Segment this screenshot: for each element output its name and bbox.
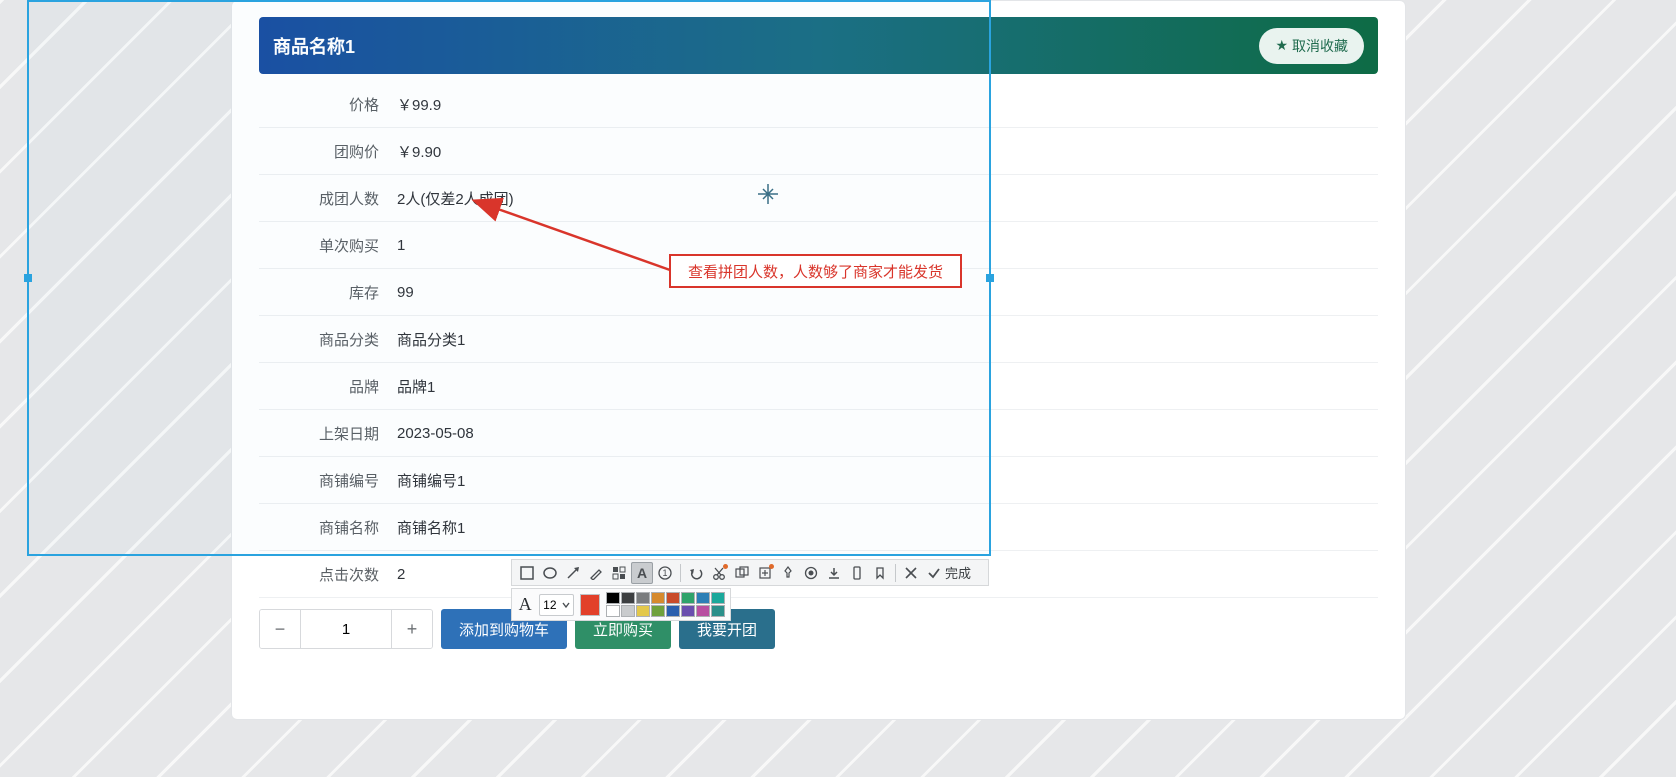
toolbar-separator [680,564,681,582]
palette-swatch[interactable] [621,592,635,604]
tool-done-button[interactable]: 完成 [923,563,975,582]
detail-value: ￥99.9 [379,94,441,115]
palette-swatch[interactable] [621,605,635,617]
font-size-select[interactable]: 12 [539,594,574,616]
unfavorite-label: 取消收藏 [1292,36,1348,56]
annotation-note-text: 查看拼团人数，人数够了商家才能发货 [688,261,943,282]
tool-pin-icon[interactable] [777,562,799,584]
tool-text-icon[interactable]: A [631,562,653,584]
chevron-down-icon [562,601,570,609]
detail-row: 商品分类商品分类1 [259,316,1378,363]
product-details: 价格￥99.9团购价￥9.90成团人数2人(仅差2人成团)单次购买1库存99商品… [259,81,1378,598]
detail-label: 单次购买 [259,235,379,256]
font-icon: A [517,594,533,615]
tool-download-icon[interactable] [823,562,845,584]
tool-ellipse-icon[interactable] [539,562,561,584]
tool-number-icon[interactable]: 1 [654,562,676,584]
detail-label: 品牌 [259,376,379,397]
detail-value: 1 [379,237,405,254]
palette-swatch[interactable] [696,605,710,617]
qty-input[interactable] [300,610,392,648]
detail-value: 商铺名称1 [379,517,465,538]
detail-value: 商品分类1 [379,329,465,350]
tool-translate-icon[interactable] [731,562,753,584]
tool-rectangle-icon[interactable] [516,562,538,584]
tool-cut-icon[interactable] [708,562,730,584]
tool-arrow-icon[interactable] [562,562,584,584]
detail-row: 上架日期2023-05-08 [259,410,1378,457]
palette-swatch[interactable] [711,592,725,604]
star-icon: ★ [1275,37,1288,54]
palette-swatch[interactable] [651,592,665,604]
text-style-bar: A 12 [511,588,731,621]
unfavorite-button[interactable]: ★ 取消收藏 [1259,28,1364,64]
color-palette [606,592,725,617]
detail-value: 99 [379,284,414,301]
tool-mobile-icon[interactable] [846,562,868,584]
palette-swatch[interactable] [696,592,710,604]
detail-label: 商品分类 [259,329,379,350]
detail-row: 商铺名称商铺名称1 [259,504,1378,551]
current-color-swatch[interactable] [580,594,600,616]
detail-value: 品牌1 [379,376,435,397]
product-title: 商品名称1 [273,33,355,59]
palette-swatch[interactable] [606,592,620,604]
detail-label: 团购价 [259,141,379,162]
detail-row: 品牌品牌1 [259,363,1378,410]
palette-swatch[interactable] [711,605,725,617]
palette-swatch[interactable] [636,605,650,617]
palette-swatch[interactable] [666,592,680,604]
tool-pencil-icon[interactable] [585,562,607,584]
tool-scroll-icon[interactable] [754,562,776,584]
detail-row: 商铺编号商铺编号1 [259,457,1378,504]
snip-toolbar: A 1 完成 [511,559,989,586]
svg-text:1: 1 [662,568,667,578]
detail-value: 商铺编号1 [379,470,465,491]
tool-undo-icon[interactable] [685,562,707,584]
product-header: 商品名称1 ★ 取消收藏 [259,17,1378,74]
detail-label: 成团人数 [259,188,379,209]
detail-row: 团购价￥9.90 [259,128,1378,175]
palette-swatch[interactable] [606,605,620,617]
detail-label: 商铺名称 [259,517,379,538]
qty-minus-button[interactable]: − [260,610,300,648]
detail-label: 价格 [259,94,379,115]
detail-label: 点击次数 [259,564,379,585]
detail-value: 2 [379,566,405,583]
tool-close-icon[interactable] [900,562,922,584]
detail-value: ￥9.90 [379,141,441,162]
toolbar-separator [895,564,896,582]
tool-record-icon[interactable] [800,562,822,584]
qty-plus-button[interactable]: + [392,610,432,648]
palette-swatch[interactable] [651,605,665,617]
quantity-stepper: − + [259,609,433,649]
product-card: 商品名称1 ★ 取消收藏 价格￥99.9团购价￥9.90成团人数2人(仅差2人成… [231,0,1406,720]
palette-swatch[interactable] [681,605,695,617]
palette-swatch[interactable] [666,605,680,617]
detail-row: 价格￥99.9 [259,81,1378,128]
detail-value: 2人(仅差2人成团) [379,188,514,209]
tool-mosaic-icon[interactable] [608,562,630,584]
palette-swatch[interactable] [681,592,695,604]
palette-swatch[interactable] [636,592,650,604]
font-size-value: 12 [543,598,556,612]
annotation-note: 查看拼团人数，人数够了商家才能发货 [669,254,962,288]
tool-done-label: 完成 [945,563,971,582]
detail-row: 成团人数2人(仅差2人成团) [259,175,1378,222]
detail-label: 商铺编号 [259,470,379,491]
tool-bookmark-icon[interactable] [869,562,891,584]
check-icon [927,566,941,580]
detail-label: 上架日期 [259,423,379,444]
detail-label: 库存 [259,282,379,303]
detail-value: 2023-05-08 [379,425,474,442]
